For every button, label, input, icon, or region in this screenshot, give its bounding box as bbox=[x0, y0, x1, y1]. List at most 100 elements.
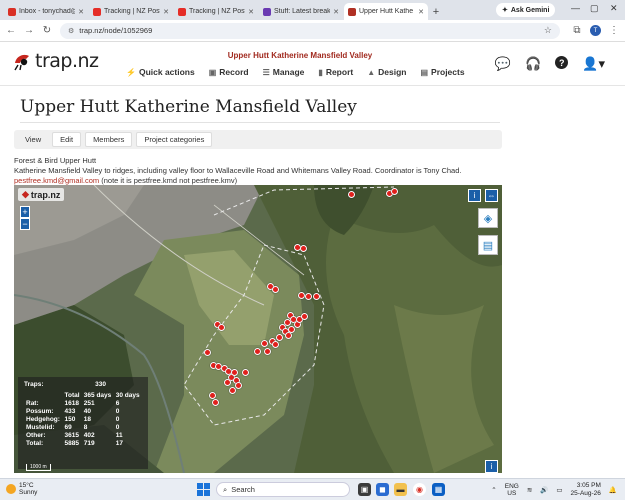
tab-view[interactable]: View bbox=[18, 132, 48, 147]
stats-header-cell: Total bbox=[64, 391, 80, 399]
wifi-icon[interactable]: ≋ bbox=[527, 486, 532, 494]
trap-marker-icon[interactable] bbox=[348, 191, 355, 198]
description-text: Katherine Mansfield Valley to ridges, in… bbox=[14, 166, 462, 175]
task-view-icon[interactable]: ▣ bbox=[358, 483, 371, 496]
help-icon[interactable]: ? bbox=[555, 56, 569, 69]
close-tab-icon[interactable]: ✕ bbox=[163, 8, 169, 16]
app-icon-1[interactable]: ◼ bbox=[376, 483, 389, 496]
close-tab-icon[interactable]: ✕ bbox=[333, 8, 339, 16]
nav-item-projects[interactable]: ▤ Projects bbox=[420, 67, 464, 77]
nav-item-design[interactable]: ▲ Design bbox=[367, 67, 406, 77]
trap-marker-icon[interactable] bbox=[242, 369, 249, 376]
browser-tab[interactable]: Stuff: Latest breaki ✕ bbox=[259, 3, 343, 20]
close-window-icon[interactable]: ✕ bbox=[610, 3, 618, 14]
nav-item-manage[interactable]: ☰ Manage bbox=[263, 67, 305, 77]
trap-map[interactable]: ◆ trap.nz + − i ⇔ ◈ ▤ i Traps: 330 Total… bbox=[14, 185, 502, 473]
email-link[interactable]: pestfree.kmd@gmail.com bbox=[14, 176, 99, 185]
tab-members[interactable]: Members bbox=[85, 132, 133, 147]
tray-chevron-icon[interactable]: ⌃ bbox=[491, 486, 496, 494]
taskbar-search[interactable]: ⌕ Search bbox=[216, 482, 350, 497]
map-logo: ◆ trap.nz bbox=[18, 188, 65, 201]
maximize-icon[interactable]: ▢ bbox=[590, 3, 599, 14]
ask-gemini-button[interactable]: ✦ Ask Gemini bbox=[496, 3, 556, 17]
nav-label: Design bbox=[378, 67, 407, 77]
trap-marker-icon[interactable] bbox=[212, 399, 219, 406]
bookmark-star-icon[interactable]: ☆ bbox=[544, 25, 552, 36]
browser-tab[interactable]: Tracking | NZ Post ✕ bbox=[89, 3, 173, 20]
trap-marker-icon[interactable] bbox=[300, 245, 307, 252]
windows-taskbar: 15°C Sunny ⌕ Search ▣ ◼ ▬ ◉ ▦ ⌃ ENG US ≋… bbox=[0, 478, 625, 500]
trap-marker-icon[interactable] bbox=[235, 382, 242, 389]
trap-marker-icon[interactable] bbox=[264, 348, 271, 355]
trap-marker-icon[interactable] bbox=[261, 340, 268, 347]
map-attribution-button[interactable]: i bbox=[485, 460, 498, 473]
trap-marker-icon[interactable] bbox=[298, 292, 305, 299]
fullscreen-icon[interactable]: ⇔ bbox=[485, 189, 498, 202]
url-text: trap.nz/node/1052969 bbox=[79, 26, 153, 35]
map-info-button[interactable]: i bbox=[468, 189, 481, 202]
close-tab-icon[interactable]: ✕ bbox=[78, 8, 84, 16]
trap-marker-icon[interactable] bbox=[272, 286, 279, 293]
browser-menu-icon[interactable]: ⋮ bbox=[609, 25, 619, 36]
minimize-icon[interactable]: — bbox=[571, 3, 580, 13]
volume-icon[interactable]: 🔊 bbox=[540, 486, 548, 494]
support-icon[interactable]: 🎧 bbox=[525, 56, 541, 72]
weather-condition: Sunny bbox=[19, 489, 38, 496]
nav-item-quick-actions[interactable]: ⚡ Quick actions bbox=[126, 67, 195, 77]
file-explorer-icon[interactable]: ▬ bbox=[394, 483, 407, 496]
trap-marker-icon[interactable] bbox=[301, 313, 308, 320]
catch-count: 17 bbox=[115, 439, 123, 447]
clock[interactable]: 3:05 PM 25-Aug-26 bbox=[571, 482, 601, 498]
trap-marker-icon[interactable] bbox=[391, 188, 398, 195]
stats-row: Mustelid: 69 8 0 bbox=[24, 423, 142, 431]
site-info-icon[interactable]: ⚙ bbox=[68, 27, 74, 35]
new-tab-button[interactable]: + bbox=[429, 3, 443, 20]
trap-marker-icon[interactable] bbox=[272, 341, 279, 348]
trap-marker-icon[interactable] bbox=[254, 348, 261, 355]
layers-icon[interactable]: ◈ bbox=[478, 208, 498, 228]
tab-title: Stuff: Latest breaki bbox=[274, 8, 331, 15]
weather-widget[interactable]: 15°C Sunny bbox=[6, 482, 37, 496]
windows-start-icon[interactable] bbox=[197, 483, 210, 496]
tab-project-categories[interactable]: Project categories bbox=[136, 132, 213, 147]
zoom-out-button[interactable]: − bbox=[20, 218, 30, 230]
browser-tab[interactable]: Upper Hutt Kathe ✕ bbox=[344, 3, 428, 20]
reload-icon[interactable]: ↻ bbox=[42, 25, 52, 36]
profile-avatar[interactable]: T bbox=[590, 25, 601, 36]
trap-marker-icon[interactable] bbox=[218, 324, 225, 331]
tab-edit[interactable]: Edit bbox=[52, 132, 82, 147]
notifications-icon[interactable]: 🔔 bbox=[609, 486, 617, 494]
trap-marker-icon[interactable] bbox=[209, 392, 216, 399]
nav-item-record[interactable]: ▣ Record bbox=[209, 67, 249, 77]
battery-icon[interactable]: ▭ bbox=[556, 486, 562, 494]
trap-marker-icon[interactable] bbox=[276, 334, 283, 341]
nav-item-report[interactable]: ▮ Report bbox=[318, 67, 353, 77]
account-icon[interactable]: 👤▾ bbox=[582, 56, 605, 72]
forward-icon[interactable]: → bbox=[24, 25, 34, 36]
clock-time: 3:05 PM bbox=[576, 482, 601, 489]
species-label: Total: bbox=[26, 439, 44, 447]
stats-header-row: Total 365 days 30 days bbox=[24, 391, 142, 399]
chrome-icon[interactable]: ◉ bbox=[413, 483, 426, 496]
language-indicator[interactable]: ENG US bbox=[505, 483, 519, 497]
map-legend-icon[interactable]: ▤ bbox=[478, 235, 498, 255]
close-tab-icon[interactable]: ✕ bbox=[248, 8, 254, 16]
back-icon[interactable]: ← bbox=[6, 25, 16, 36]
zoom-in-button[interactable]: + bbox=[20, 206, 30, 218]
trap-marker-icon[interactable] bbox=[288, 326, 295, 333]
extensions-icon[interactable]: ⧉ bbox=[572, 25, 582, 36]
browser-tab[interactable]: Inbox - tonychad@ ✕ bbox=[4, 3, 88, 20]
store-icon[interactable]: ▦ bbox=[432, 483, 445, 496]
trap-marker-icon[interactable] bbox=[224, 379, 231, 386]
close-tab-icon[interactable]: ✕ bbox=[418, 8, 424, 16]
trap-marker-icon[interactable] bbox=[204, 349, 211, 356]
trap-marker-icon[interactable] bbox=[229, 387, 236, 394]
browser-tab[interactable]: Tracking | NZ Post ✕ bbox=[174, 3, 258, 20]
address-bar[interactable]: ⚙ trap.nz/node/1052969 ☆ bbox=[60, 22, 560, 39]
trap-marker-icon[interactable] bbox=[313, 293, 320, 300]
messages-icon[interactable]: 💬 bbox=[495, 56, 511, 72]
trap-marker-icon[interactable] bbox=[305, 293, 312, 300]
trap-marker-icon[interactable] bbox=[231, 369, 238, 376]
trap-marker-icon[interactable] bbox=[285, 332, 292, 339]
temperature: 15°C bbox=[19, 482, 34, 489]
